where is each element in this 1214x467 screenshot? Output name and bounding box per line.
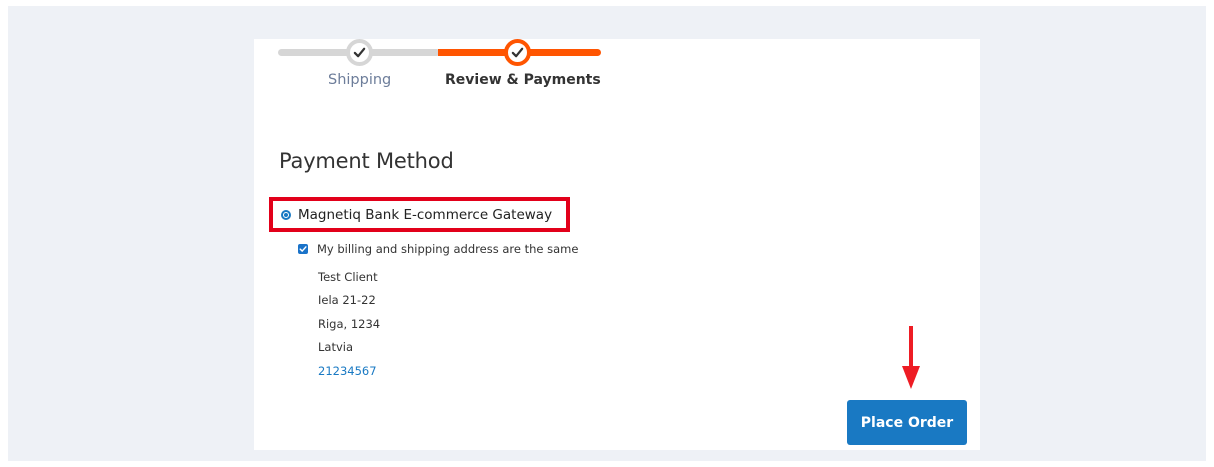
arrow-down-icon xyxy=(902,326,920,389)
page-background: Shipping Review & Payments Payment Metho… xyxy=(8,6,1206,461)
payment-method-label[interactable]: Magnetiq Bank E-commerce Gateway xyxy=(298,207,552,223)
address-street: Iela 21-22 xyxy=(318,293,376,308)
payment-method-option[interactable]: Magnetiq Bank E-commerce Gateway xyxy=(269,197,570,232)
billing-same-checkbox[interactable] xyxy=(298,244,308,254)
address-phone-link[interactable]: 21234567 xyxy=(318,362,380,385)
address-name: Test Client xyxy=(318,270,378,284)
step-review-payments-indicator xyxy=(504,39,531,66)
address-city-zip: Riga, 1234 xyxy=(318,316,381,331)
checkmark-icon xyxy=(511,47,524,58)
checkmark-icon xyxy=(299,246,307,252)
checkout-progress-bar: Shipping Review & Payments xyxy=(278,39,602,99)
billing-same-label[interactable]: My billing and shipping address are the … xyxy=(317,242,578,256)
payment-method-title: Payment Method xyxy=(279,149,454,173)
checkmark-icon xyxy=(353,47,366,58)
payment-method-radio[interactable] xyxy=(281,209,291,220)
billing-same-as-shipping[interactable]: My billing and shipping address are the … xyxy=(298,242,578,256)
checkout-panel: Shipping Review & Payments Payment Metho… xyxy=(254,39,980,450)
place-order-button[interactable]: Place Order xyxy=(847,400,967,445)
address-country: Latvia xyxy=(318,340,354,355)
step-review-payments-label: Review & Payments xyxy=(445,72,601,88)
step-shipping-indicator xyxy=(346,39,373,66)
billing-address: Test Client Iela 21-22 Riga, 1234 Latvia… xyxy=(318,268,380,385)
step-shipping-link[interactable]: Shipping xyxy=(328,72,391,88)
